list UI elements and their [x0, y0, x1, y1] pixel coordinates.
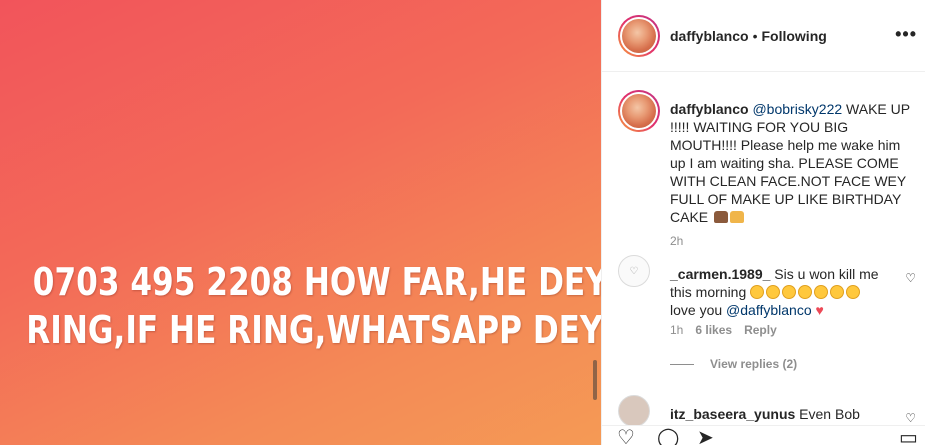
comment-username[interactable]: _carmen.1989_ — [670, 266, 770, 282]
like-comment-icon[interactable]: ♡ — [905, 271, 916, 285]
comment-meta: 1h 6 likes Reply — [670, 323, 789, 337]
comment-avatar[interactable]: ♡ — [618, 255, 650, 287]
caption-time[interactable]: 2h — [670, 234, 683, 248]
post-header: daffyblanco • Following ••• — [602, 0, 925, 72]
cake-slice-emoji-icon — [730, 211, 745, 223]
laughing-emoji-icon — [814, 285, 829, 299]
header-username[interactable]: daffyblanco — [670, 28, 749, 44]
post-overlay-text: 0703 495 2208 HOW FAR,HE DEY RING,IF HE … — [0, 258, 601, 354]
reply-button[interactable]: Reply — [744, 323, 777, 337]
comment-mention[interactable]: @daffyblanco — [726, 302, 812, 318]
laughing-emoji-icon — [750, 285, 765, 299]
red-heart-emoji-icon: ♥ — [815, 302, 824, 318]
post-actions: ♡ ◯ ➤ ▭ — [601, 425, 925, 445]
comment-time[interactable]: 1h — [670, 323, 683, 337]
caption-avatar[interactable] — [618, 90, 660, 132]
cake-emoji-icon — [714, 211, 729, 223]
comment-icon[interactable]: ◯ — [657, 428, 679, 445]
laughing-emoji-icon — [846, 285, 861, 299]
comment-username[interactable]: itz_baseera_yunus — [670, 406, 795, 422]
comment-likes[interactable]: 6 likes — [695, 323, 732, 337]
post-image: 0703 495 2208 HOW FAR,HE DEY RING,IF HE … — [0, 0, 601, 445]
caption-body: WAKE UP !!!!! WAITING FOR YOU BIG MOUTH!… — [670, 101, 910, 225]
laughing-emoji-icon — [830, 285, 845, 299]
separator-dot: • — [752, 27, 758, 44]
caption-mention[interactable]: @bobrisky222 — [752, 101, 842, 117]
bookmark-icon[interactable]: ▭ — [899, 428, 918, 445]
comments-list[interactable]: daffyblanco @bobrisky222 WAKE UP !!!!! W… — [602, 73, 925, 425]
laughing-emoji-icon — [782, 285, 797, 299]
comment-text: _carmen.1989_ Sis u won kill me this mor… — [670, 266, 879, 318]
share-icon[interactable]: ➤ — [697, 428, 714, 445]
post-side-panel: daffyblanco • Following ••• daffyblanco … — [601, 0, 925, 445]
laughing-emoji-icon — [766, 285, 781, 299]
caption-username[interactable]: daffyblanco — [670, 101, 749, 117]
more-options-icon[interactable]: ••• — [895, 24, 917, 45]
comment-avatar[interactable] — [618, 395, 650, 425]
like-comment-icon[interactable]: ♡ — [905, 411, 916, 425]
caption-text: daffyblanco @bobrisky222 WAKE UP !!!!! W… — [670, 100, 910, 226]
following-button[interactable]: Following — [761, 28, 826, 44]
overlay-line-1: 0703 495 2208 HOW FAR,HE DEY — [32, 260, 601, 304]
overlay-line-2: RING,IF HE RING,WHATSAPP DEY O — [26, 308, 601, 352]
laughing-emoji-icon — [798, 285, 813, 299]
view-replies-button[interactable]: View replies (2) — [670, 357, 797, 371]
avatar[interactable] — [618, 14, 660, 57]
scrollbar[interactable] — [593, 360, 597, 400]
heart-icon[interactable]: ♡ — [617, 428, 635, 445]
comment-text: itz_baseera_yunus Even Bob — [670, 406, 860, 422]
